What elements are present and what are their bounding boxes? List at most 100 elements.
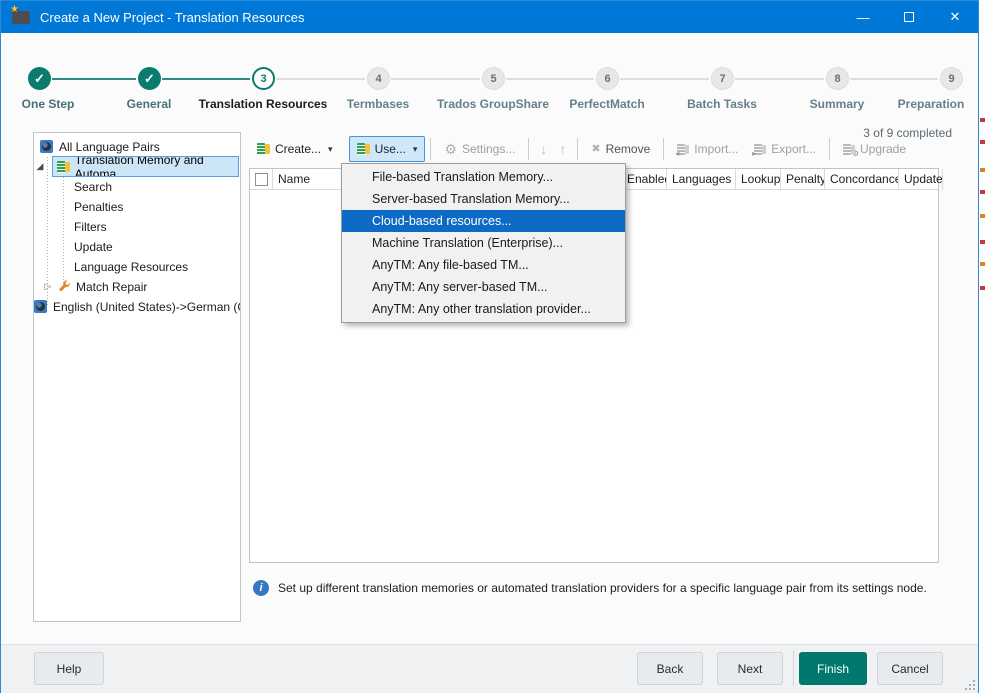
step-connector (506, 78, 594, 80)
move-down-button[interactable]: ↓ (534, 141, 553, 157)
tree-item-penalties[interactable]: Penalties (34, 197, 240, 216)
check-icon: ✓ (144, 71, 155, 87)
step-label-termbases[interactable]: Termbases (313, 97, 443, 111)
background-app-content (980, 190, 985, 194)
column-header-lookup[interactable]: Lookup (736, 169, 781, 190)
step-label-perfectmatch[interactable]: PerfectMatch (542, 97, 672, 111)
title-bar: ★ Create a New Project - Translation Res… (1, 1, 978, 33)
minimize-button[interactable]: — (840, 1, 886, 33)
info-text: Set up different translation memories or… (278, 581, 927, 595)
column-header-update[interactable]: Update (899, 169, 943, 190)
menu-item-cloud-based-resources[interactable]: Cloud-based resources... (342, 210, 625, 232)
new-project-icon: ★ (12, 11, 30, 24)
toolbar-separator (430, 138, 431, 160)
tree-item-label: All Language Pairs (59, 140, 160, 154)
tree-item-english-german-pair[interactable]: English (United States)->German (Ge (34, 297, 240, 316)
screen: ★ Create a New Project - Translation Res… (0, 0, 986, 696)
maximize-button[interactable] (886, 1, 932, 33)
step-circle-general[interactable]: ✓ (138, 67, 161, 90)
tree-item-label: Translation Memory and Automa (75, 156, 238, 177)
tree-item-match-repair[interactable]: ▷ Match Repair (34, 277, 240, 296)
finish-button[interactable]: Finish (799, 652, 867, 685)
footer-separator (793, 651, 794, 686)
step-circle-summary[interactable]: 8 (826, 67, 849, 90)
use-button[interactable]: Use... ▾ (349, 136, 426, 162)
step-circle-termbases[interactable]: 4 (367, 67, 390, 90)
language-pairs-tree: All Language Pairs ◢ Translation Memory … (33, 132, 241, 622)
step-connector (52, 78, 136, 80)
step-connector (391, 78, 480, 80)
menu-item-anytm-file-based[interactable]: AnyTM: Any file-based TM... (342, 254, 625, 276)
step-number: 6 (604, 73, 610, 85)
minimize-icon: — (857, 10, 870, 25)
caret-down-icon: ▾ (328, 144, 333, 155)
move-up-button[interactable]: ↑ (553, 141, 572, 157)
cancel-button[interactable]: Cancel (877, 652, 943, 685)
close-icon: ✕ (950, 9, 961, 25)
tree-item-all-language-pairs[interactable]: All Language Pairs (34, 137, 240, 156)
column-header-penalty[interactable]: Penalty (781, 169, 825, 190)
step-label-trados-groupshare[interactable]: Trados GroupShare (428, 97, 558, 111)
import-button[interactable]: ◂ Import... (669, 136, 746, 162)
background-app-content (980, 240, 985, 244)
expanded-icon[interactable]: ◢ (34, 161, 46, 172)
toolbar-separator (528, 138, 529, 160)
toolbar-separator (663, 138, 664, 160)
tree-item-search[interactable]: Search (34, 177, 240, 196)
tree-item-language-resources[interactable]: Language Resources (34, 257, 240, 276)
create-button[interactable]: Create... ▾ (249, 136, 341, 162)
background-app-content (980, 286, 985, 290)
select-all-cell (250, 169, 273, 190)
step-label-general[interactable]: General (84, 97, 214, 111)
menu-item-file-based-tm[interactable]: File-based Translation Memory... (342, 166, 625, 188)
step-circle-one-step[interactable]: ✓ (28, 67, 51, 90)
close-button[interactable]: ✕ (932, 1, 978, 33)
step-circle-translation-resources[interactable]: 3 (252, 67, 275, 90)
settings-button[interactable]: ⚙ Settings... (436, 136, 523, 162)
remove-button[interactable]: ✖ Remove (583, 136, 658, 162)
resize-grip[interactable] (963, 678, 975, 690)
caret-down-icon: ▾ (413, 144, 418, 155)
collapsed-icon[interactable]: ▷ (42, 281, 54, 292)
back-button[interactable]: Back (637, 652, 703, 685)
menu-item-anytm-server-based[interactable]: AnyTM: Any server-based TM... (342, 276, 625, 298)
tree-item-update[interactable]: Update (34, 237, 240, 256)
background-app-content (980, 118, 985, 122)
step-label-batch-tasks[interactable]: Batch Tasks (657, 97, 787, 111)
step-circle-perfectmatch[interactable]: 6 (596, 67, 619, 90)
use-label: Use... (375, 142, 406, 156)
help-button[interactable]: Help (34, 652, 104, 685)
step-connector (735, 78, 824, 80)
settings-label: Settings... (462, 142, 515, 156)
step-label-preparation[interactable]: Preparation (866, 97, 986, 111)
column-header-concordance[interactable]: Concordance (825, 169, 899, 190)
remove-x-icon: ✖ (591, 142, 600, 156)
create-project-dialog: ★ Create a New Project - Translation Res… (0, 0, 979, 693)
translation-memory-icon (257, 143, 270, 155)
column-header-enabled[interactable]: Enabled (622, 169, 667, 190)
tree-item-filters[interactable]: Filters (34, 217, 240, 236)
upgrade-button[interactable]: ⚙ Upgrade (835, 136, 914, 162)
toolbar-separator (829, 138, 830, 160)
export-button[interactable]: ▸ Export... (746, 136, 824, 162)
toolbar-separator (577, 138, 578, 160)
step-circle-batch-tasks[interactable]: 7 (711, 67, 734, 90)
column-header-languages[interactable]: Languages (667, 169, 736, 190)
tree-item-label: Search (74, 180, 112, 194)
import-icon: ◂ (677, 144, 689, 155)
next-button[interactable]: Next (717, 652, 783, 685)
menu-item-anytm-other-provider[interactable]: AnyTM: Any other translation provider... (342, 298, 625, 320)
step-number: 8 (834, 73, 840, 85)
import-label: Import... (694, 142, 738, 156)
tree-item-translation-memory-selected[interactable]: Translation Memory and Automa (52, 156, 239, 177)
menu-item-server-based-tm[interactable]: Server-based Translation Memory... (342, 188, 625, 210)
step-label-translation-resources[interactable]: Translation Resources (198, 97, 328, 111)
select-all-checkbox[interactable] (255, 173, 268, 186)
step-circle-trados-groupshare[interactable]: 5 (482, 67, 505, 90)
footer: Help Back Next Finish Cancel (1, 644, 978, 693)
arrow-down-icon: ↓ (540, 141, 547, 157)
tree-item-label: Match Repair (76, 280, 147, 294)
step-circle-preparation[interactable]: 9 (940, 67, 963, 90)
menu-item-machine-translation-enterprise[interactable]: Machine Translation (Enterprise)... (342, 232, 625, 254)
step-connector (850, 78, 938, 80)
